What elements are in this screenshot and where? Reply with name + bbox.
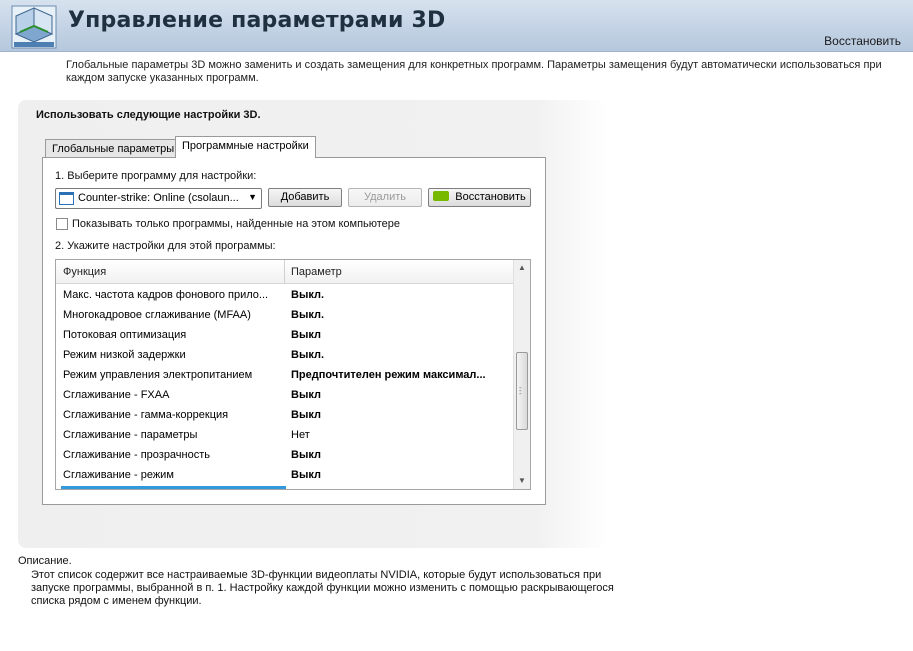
chevron-down-icon: ▼ xyxy=(248,192,257,202)
settings-grid: Функция Параметр Макс. частота кадров фо… xyxy=(55,259,531,490)
grid-scrollbar[interactable]: ▲ --- ▼ xyxy=(513,260,530,489)
table-row[interactable]: Сглаживание - режим Выкл xyxy=(56,465,514,485)
nvidia-logo-icon xyxy=(433,191,450,201)
function-cell: Сглаживание - прозрачность xyxy=(63,449,211,461)
grid-rows: Макс. частота кадров фонового прило... Вы… xyxy=(56,285,514,485)
remove-program-button[interactable]: Удалить xyxy=(348,188,422,207)
step1-label: 1. Выберите программу для настройки: xyxy=(55,170,257,182)
function-cell: Многокадровое сглаживание (MFAA) xyxy=(63,309,251,321)
setting-value-cell[interactable]: Выкл xyxy=(291,389,511,401)
table-row[interactable]: Макс. частота кадров фонового прило... Вы… xyxy=(56,285,514,305)
add-button-label: Добавить xyxy=(280,191,330,203)
setting-value-cell[interactable]: Выкл xyxy=(291,469,511,481)
function-cell: Сглаживание - FXAA xyxy=(63,389,170,401)
program-select[interactable]: Counter-strike: Online (csolaun... ▼ xyxy=(55,188,262,209)
tab-label: Программные настройки xyxy=(182,140,309,152)
intro-text: Глобальные параметры 3D можно заменить и… xyxy=(66,59,882,84)
restore-program-button[interactable]: Восстановить xyxy=(428,188,531,207)
setting-value-cell[interactable]: Выкл xyxy=(291,329,511,341)
table-row[interactable]: Многокадровое сглаживание (MFAA) Выкл. xyxy=(56,305,514,325)
tab-label: Глобальные параметры xyxy=(52,143,175,155)
program-select-value: Counter-strike: Online (csolaun... xyxy=(78,192,239,204)
column-header-function[interactable]: Функция xyxy=(63,266,106,278)
row-selection-indicator xyxy=(61,486,286,489)
grid-header: Функция Параметр xyxy=(56,260,514,284)
table-row[interactable]: Сглаживание - параметры Нет xyxy=(56,425,514,445)
show-installed-only-checkbox[interactable] xyxy=(56,218,68,230)
column-header-setting[interactable]: Параметр xyxy=(291,266,342,278)
nvidia-3d-cube-icon xyxy=(11,5,57,49)
setting-value-cell[interactable]: Выкл. xyxy=(291,309,511,321)
scrollbar-thumb[interactable]: --- xyxy=(516,352,528,430)
table-row[interactable]: Режим низкой задержки Выкл. xyxy=(56,345,514,365)
table-row[interactable]: Сглаживание - гамма-коррекция Выкл xyxy=(56,405,514,425)
checkbox-label: Показывать только программы, найденные н… xyxy=(72,218,401,230)
function-cell: Потоковая оптимизация xyxy=(63,329,187,341)
application-window-icon xyxy=(59,192,74,205)
function-cell: Сглаживание - гамма-коррекция xyxy=(63,409,229,421)
setting-value-cell[interactable]: Выкл. xyxy=(291,349,511,361)
setting-value-cell[interactable]: Предпочтителен режим максимал... xyxy=(291,369,511,381)
scroll-up-arrow-icon[interactable]: ▲ xyxy=(514,260,530,276)
setting-value-cell[interactable]: Выкл xyxy=(291,409,511,421)
function-cell: Макс. частота кадров фонового прило... xyxy=(63,289,269,301)
step2-label: 2. Укажите настройки для этой программы: xyxy=(55,240,276,252)
restore-defaults-link[interactable]: Восстановить xyxy=(824,34,901,48)
function-cell: Режим управления электропитанием xyxy=(63,369,253,381)
add-program-button[interactable]: Добавить xyxy=(268,188,342,207)
function-cell: Сглаживание - режим xyxy=(63,469,174,481)
description-title: Описание. xyxy=(18,555,72,567)
table-row[interactable]: Потоковая оптимизация Выкл xyxy=(56,325,514,345)
tab-program-settings[interactable]: Программные настройки xyxy=(175,136,316,158)
table-row[interactable]: Сглаживание - прозрачность Выкл xyxy=(56,445,514,465)
page-title: Управление параметрами 3D xyxy=(68,8,446,33)
scroll-down-arrow-icon[interactable]: ▼ xyxy=(514,473,530,489)
setting-value-cell[interactable]: Выкл. xyxy=(291,289,511,301)
panel-title: Использовать следующие настройки 3D. xyxy=(36,109,261,121)
restore-button-label: Восстановить xyxy=(455,191,526,203)
setting-value-cell[interactable]: Выкл xyxy=(291,449,511,461)
grip-icon: --- xyxy=(519,383,522,398)
setting-value-cell[interactable]: Нет xyxy=(291,429,511,441)
table-row[interactable]: Сглаживание - FXAA Выкл xyxy=(56,385,514,405)
table-row[interactable]: Режим управления электропитанием Предпочт… xyxy=(56,365,514,385)
description-text: Этот список содержит все настраиваемые 3… xyxy=(31,569,614,607)
function-cell: Режим низкой задержки xyxy=(63,349,186,361)
page-header: Управление параметрами 3D Восстановить xyxy=(0,0,913,52)
tab-global-settings[interactable]: Глобальные параметры xyxy=(45,139,182,158)
remove-button-label: Удалить xyxy=(364,191,406,203)
column-divider[interactable] xyxy=(284,260,285,284)
function-cell: Сглаживание - параметры xyxy=(63,429,198,441)
